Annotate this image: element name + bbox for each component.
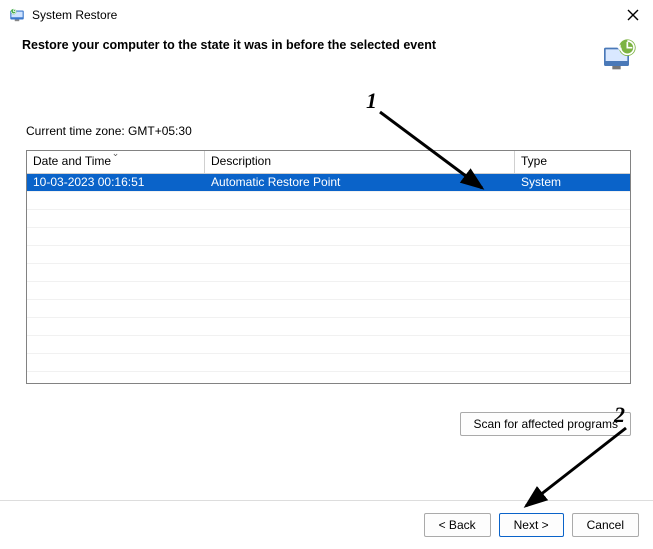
next-button[interactable]: Next > (499, 513, 564, 537)
table-header-row: ⌄ Date and Time Description Type (27, 151, 630, 174)
sort-indicator-desc-icon: ⌄ (112, 148, 120, 159)
window-title: System Restore (32, 8, 117, 22)
cell-datetime: 10-03-2023 00:16:51 (27, 174, 205, 191)
page-heading: Restore your computer to the state it wa… (22, 36, 589, 52)
close-icon (627, 9, 639, 21)
back-button[interactable]: < Back (424, 513, 491, 537)
system-restore-icon (8, 6, 26, 24)
restore-hero-icon (599, 36, 639, 76)
column-header-label: Description (211, 154, 271, 168)
column-header-description[interactable]: Description (205, 151, 515, 173)
column-header-type[interactable]: Type (515, 151, 630, 173)
column-header-label: Date and Time (33, 154, 111, 168)
empty-grid (27, 191, 630, 389)
wizard-footer: < Back Next > Cancel (0, 500, 653, 549)
cell-type: System (515, 174, 630, 191)
close-button[interactable] (619, 4, 647, 26)
scan-row: Scan for affected programs (0, 384, 653, 436)
table-row[interactable]: 10-03-2023 00:16:51 Automatic Restore Po… (27, 174, 630, 191)
table-body: 10-03-2023 00:16:51 Automatic Restore Po… (27, 174, 630, 389)
timezone-label: Current time zone: GMT+05:30 (0, 124, 653, 138)
column-header-datetime[interactable]: ⌄ Date and Time (27, 151, 205, 173)
cancel-button[interactable]: Cancel (572, 513, 639, 537)
scan-affected-programs-button[interactable]: Scan for affected programs (460, 412, 631, 436)
restore-points-table[interactable]: ⌄ Date and Time Description Type 10-03-2… (26, 150, 631, 384)
page-header: Restore your computer to the state it wa… (0, 30, 653, 94)
column-header-label: Type (521, 154, 547, 168)
cell-description: Automatic Restore Point (205, 174, 515, 191)
titlebar: System Restore (0, 0, 653, 30)
